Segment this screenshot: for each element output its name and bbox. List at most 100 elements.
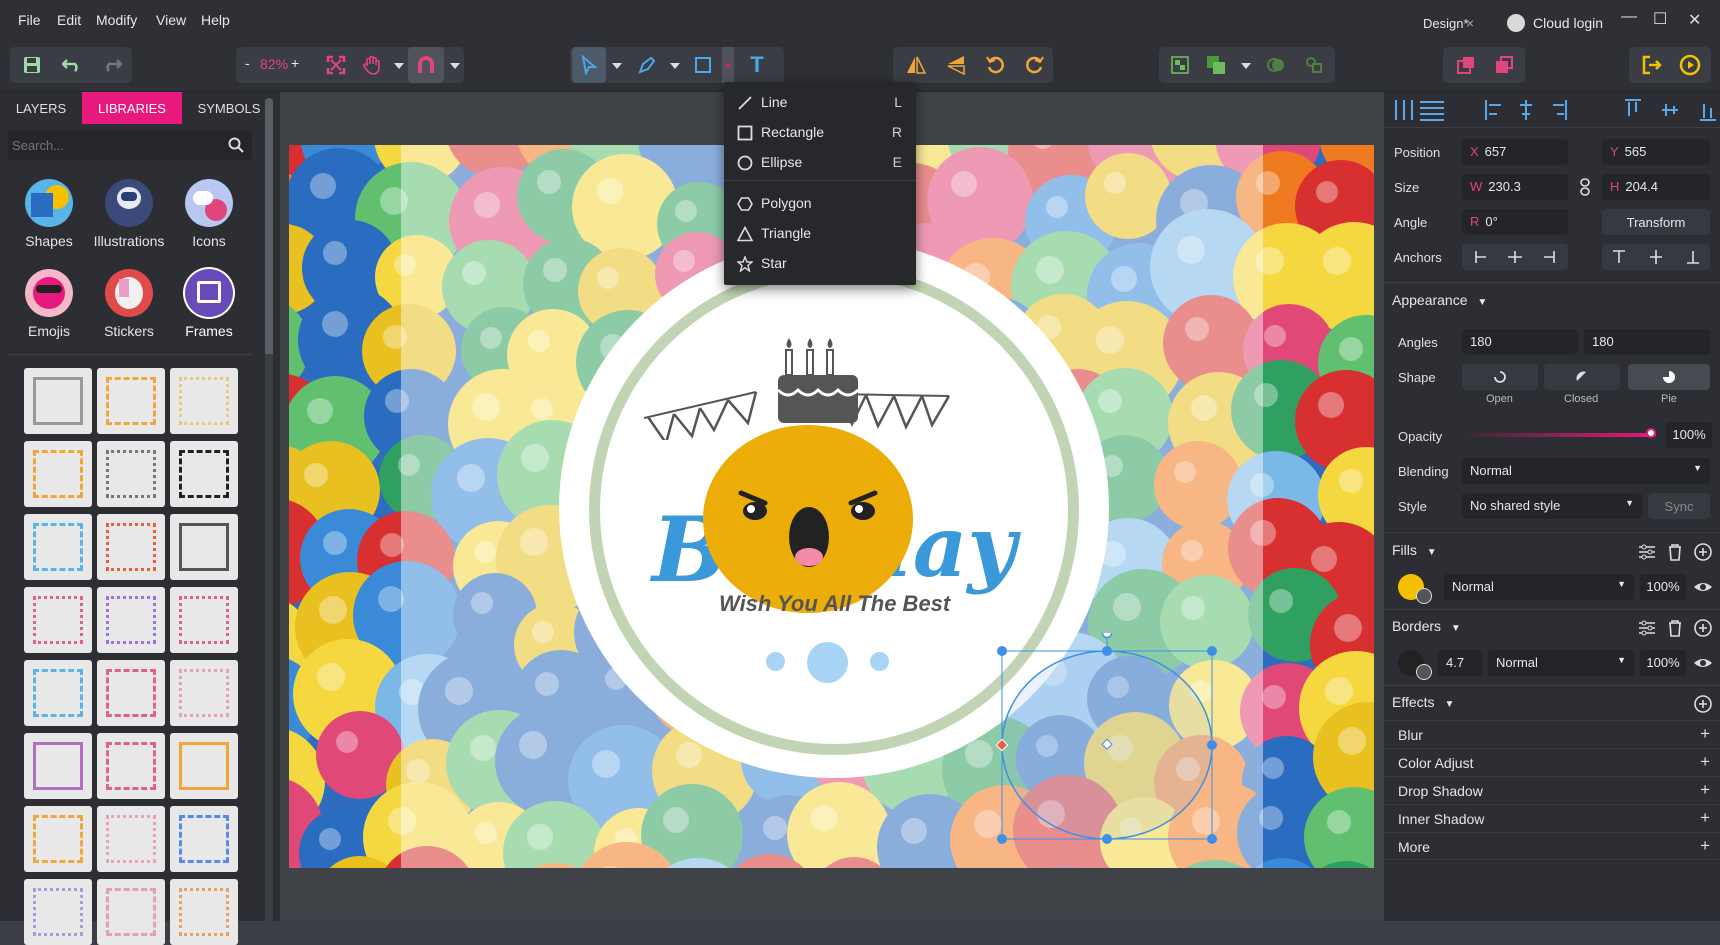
library-emojis[interactable]: Emojis [11, 269, 87, 339]
zoom-out-button[interactable]: - [245, 55, 250, 71]
tab-close-icon[interactable]: × [1466, 15, 1474, 31]
frame-thumbnail[interactable] [97, 587, 165, 653]
borders-header[interactable]: Borders ▼ [1392, 618, 1461, 634]
frame-thumbnail[interactable] [24, 806, 92, 872]
library-illustrations[interactable]: Illustrations [91, 179, 167, 249]
flip-horizontal-button[interactable] [899, 47, 933, 83]
width-field[interactable]: W 230.3 [1462, 174, 1568, 200]
tab-libraries[interactable]: LIBRARIES [82, 92, 182, 124]
export-button[interactable] [1635, 47, 1669, 83]
frame-thumbnail[interactable] [97, 660, 165, 726]
shape-menu-item-line[interactable]: Line L [724, 88, 916, 116]
add-circle-icon[interactable] [1692, 541, 1714, 563]
blending-select[interactable]: Normal ▼ [1462, 458, 1710, 484]
pan-button[interactable] [356, 47, 388, 83]
text-tool[interactable]: T [740, 47, 774, 83]
sync-button[interactable]: Sync [1648, 493, 1710, 519]
menu-help[interactable]: Help [201, 12, 230, 28]
frame-thumbnail[interactable] [170, 514, 238, 580]
menu-file[interactable]: File [18, 12, 41, 28]
library-stickers[interactable]: Stickers [91, 269, 167, 339]
border-blend-select[interactable]: Normal ▼ [1488, 650, 1634, 676]
plus-icon[interactable]: + [1700, 780, 1710, 800]
search-input[interactable] [12, 135, 212, 155]
frame-thumbnail[interactable] [170, 368, 238, 434]
trash-icon[interactable] [1664, 541, 1686, 563]
rotate-left-button[interactable] [979, 47, 1013, 83]
redo-button[interactable] [98, 47, 126, 83]
shape-menu-item-ellipse[interactable]: Ellipse E [724, 148, 916, 176]
sliders-icon[interactable] [1636, 617, 1658, 639]
frame-thumbnail[interactable] [170, 806, 238, 872]
maximize-button[interactable]: ☐ [1653, 9, 1667, 29]
bring-forward-button[interactable] [1449, 47, 1483, 83]
tab-layers[interactable]: LAYERS [0, 92, 82, 124]
shared-style-select[interactable]: No shared style ▼ [1462, 493, 1642, 519]
frame-thumbnail[interactable] [170, 660, 238, 726]
library-frames[interactable]: Frames [171, 269, 247, 339]
frames-scrollbar-track[interactable] [265, 354, 273, 921]
frame-thumbnail[interactable] [170, 587, 238, 653]
frame-thumbnail[interactable] [24, 660, 92, 726]
opacity-field[interactable]: 100% [1666, 422, 1712, 448]
fill-opacity-field[interactable]: 100% [1640, 574, 1686, 600]
frame-thumbnail[interactable] [97, 879, 165, 945]
effect-more[interactable]: More + [1384, 832, 1720, 860]
undo-button[interactable] [58, 47, 86, 83]
frame-thumbnail[interactable] [170, 441, 238, 507]
add-circle-icon[interactable] [1692, 693, 1714, 715]
frame-thumbnail[interactable] [97, 733, 165, 799]
frame-thumbnail[interactable] [97, 368, 165, 434]
transform-button[interactable]: Transform [1602, 209, 1710, 235]
shape-closed-button[interactable] [1544, 364, 1620, 390]
angle-start-field[interactable]: 180 [1462, 329, 1578, 355]
effect-drop-shadow[interactable]: Drop Shadow + [1384, 776, 1720, 804]
save-button[interactable] [18, 47, 46, 83]
menu-modify[interactable]: Modify [96, 12, 137, 28]
flip-vertical-button[interactable] [939, 47, 973, 83]
height-field[interactable]: H 204.4 [1602, 174, 1710, 200]
effect-color-adjust[interactable]: Color Adjust + [1384, 748, 1720, 776]
plus-icon[interactable]: + [1700, 724, 1710, 744]
frame-thumbnail[interactable] [24, 587, 92, 653]
lock-ratio-icon[interactable] [1577, 178, 1593, 196]
library-shapes[interactable]: Shapes [11, 179, 87, 249]
boolean-button[interactable] [1199, 47, 1233, 83]
zoom-in-button[interactable]: + [291, 55, 299, 71]
selection-overlay[interactable] [991, 633, 1221, 853]
fill-blend-select[interactable]: Normal ▼ [1444, 574, 1634, 600]
appearance-header[interactable]: Appearance ▼ [1392, 292, 1487, 308]
menu-view[interactable]: View [156, 12, 186, 28]
effect-blur[interactable]: Blur + [1384, 720, 1720, 748]
eye-icon[interactable] [1692, 652, 1714, 674]
align-icons[interactable] [1384, 92, 1720, 128]
cloud-login-link[interactable]: Cloud login [1533, 15, 1603, 31]
plus-icon[interactable]: + [1700, 836, 1710, 856]
eye-icon[interactable] [1692, 576, 1714, 598]
sliders-icon[interactable] [1636, 541, 1658, 563]
fills-header[interactable]: Fills ▼ [1392, 542, 1437, 558]
border-width-field[interactable]: 4.7 [1438, 650, 1482, 676]
snap-dropdown-caret[interactable] [450, 63, 460, 69]
frame-thumbnail[interactable] [170, 733, 238, 799]
fit-screen-button[interactable] [320, 47, 352, 83]
group-button[interactable] [1163, 47, 1197, 83]
menu-edit[interactable]: Edit [57, 12, 81, 28]
frame-thumbnail[interactable] [24, 368, 92, 434]
send-backward-button[interactable] [1487, 47, 1521, 83]
select-tool[interactable] [572, 47, 606, 83]
vertical-anchors[interactable] [1602, 244, 1710, 270]
frame-thumbnail[interactable] [97, 806, 165, 872]
add-circle-icon[interactable] [1692, 617, 1714, 639]
rotate-right-button[interactable] [1017, 47, 1051, 83]
path-ops-button[interactable] [1297, 47, 1331, 83]
minimize-button[interactable]: — [1621, 8, 1637, 26]
x-position-field[interactable]: X 657 [1462, 139, 1568, 165]
document-tab[interactable]: Design* [1423, 16, 1469, 31]
frame-thumbnail[interactable] [24, 514, 92, 580]
frame-thumbnail[interactable] [24, 733, 92, 799]
tab-symbols[interactable]: SYMBOLS [182, 92, 276, 124]
border-edit-icon[interactable] [1416, 664, 1432, 680]
pan-dropdown-caret[interactable] [394, 63, 404, 69]
library-search[interactable] [8, 130, 252, 160]
